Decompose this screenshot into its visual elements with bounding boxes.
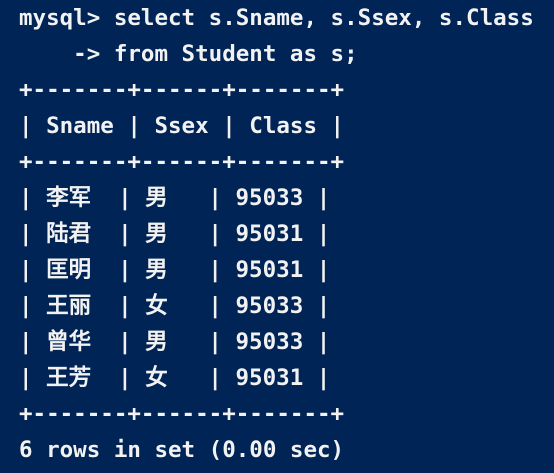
table-header-row: | Sname | Ssex | Class | (19, 113, 345, 139)
table-row: | 陆君 | 男 | 95031 | (19, 221, 331, 247)
table-row: | 匡明 | 男 | 95031 | (19, 257, 331, 283)
table-row: | 王芳 | 女 | 95031 | (19, 365, 331, 391)
result-summary: 6 rows in set (0.00 sec) (19, 437, 345, 463)
table-border-bottom: +-------+------+-------+ (19, 401, 345, 427)
table-row: | 曾华 | 男 | 95033 | (19, 329, 331, 355)
terminal-window[interactable]: mysql> select s.Sname, s.Ssex, s.Class -… (0, 0, 554, 473)
table-border-header: +-------+------+-------+ (19, 149, 345, 175)
query-line-2: -> from Student as s; (19, 41, 358, 67)
table-row: | 王丽 | 女 | 95033 | (19, 293, 331, 319)
table-row: | 李军 | 男 | 95033 | (19, 185, 331, 211)
table-border-top: +-------+------+-------+ (19, 77, 345, 103)
query-line-1: mysql> select s.Sname, s.Ssex, s.Class (19, 5, 534, 31)
